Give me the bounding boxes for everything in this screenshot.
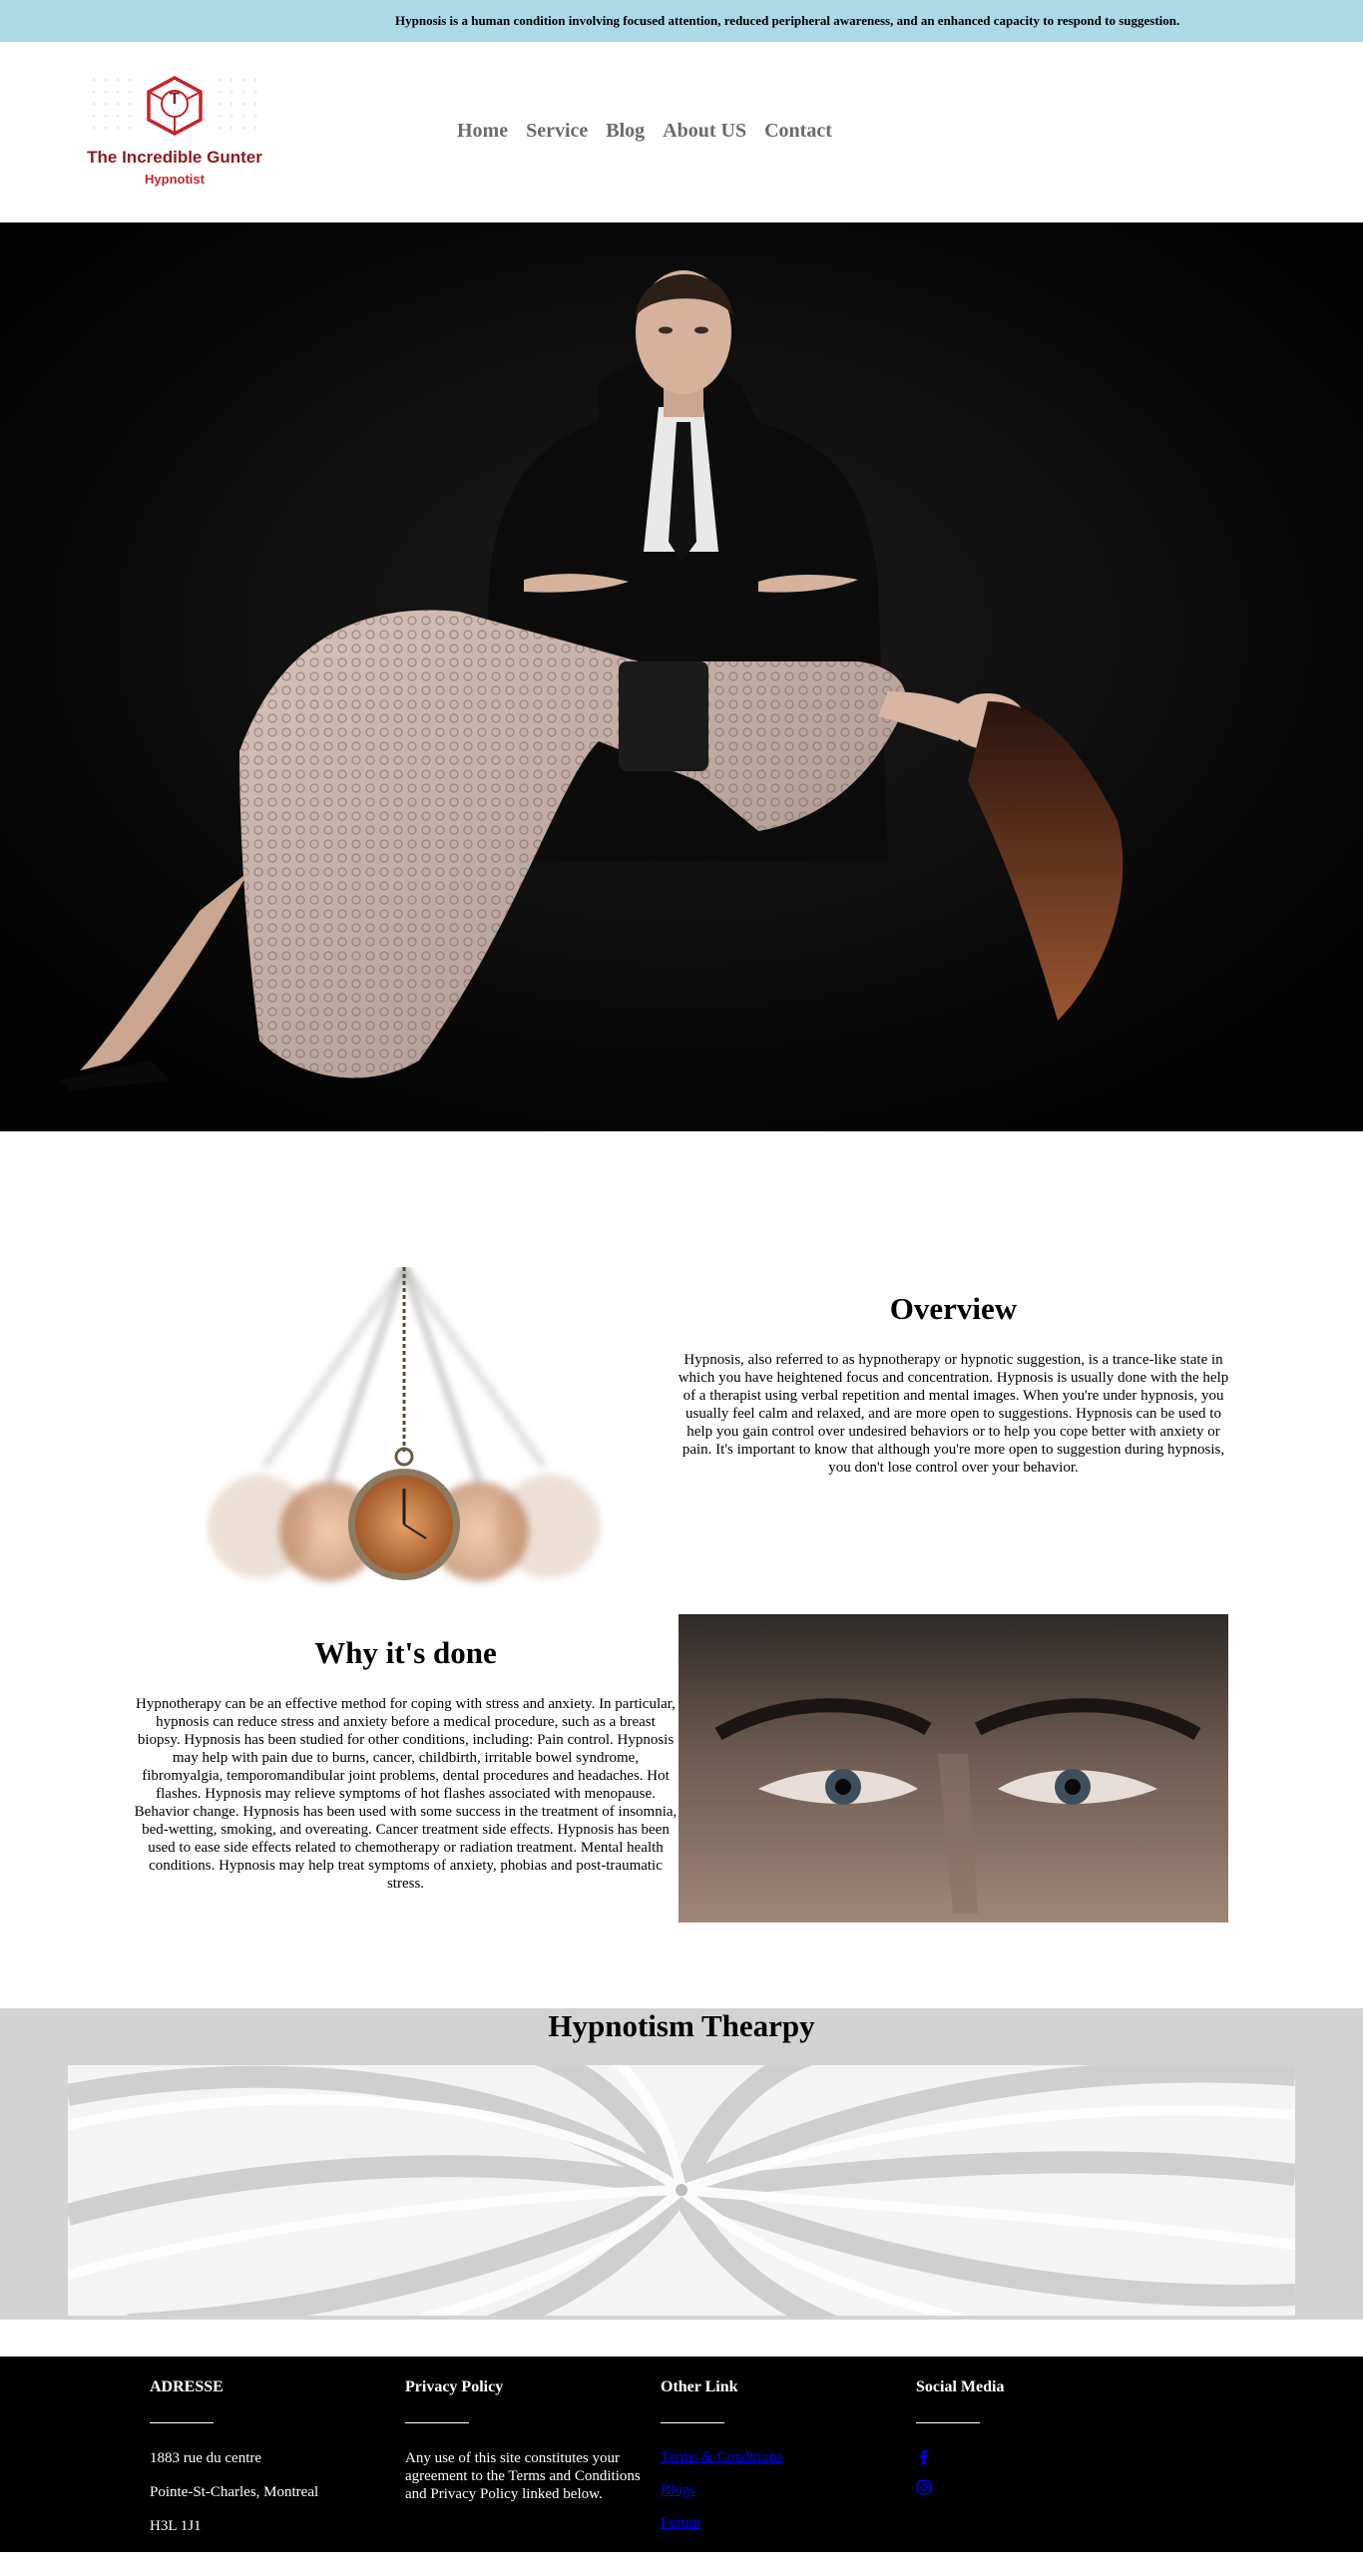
blogs-link[interactable]: Blogs [661,2482,900,2499]
pocket-watch-pendulum-image [205,1265,604,1596]
address-line-2: Pointe-St-Charles, Montreal [150,2484,319,2500]
logo-title: The Incredible Gunter [87,148,262,167]
why-heading: Why it's done [314,1635,497,1670]
footer-privacy: Privacy Policy Any use of this site cons… [405,2378,655,2519]
intense-eyes-image [679,1614,1228,1923]
footer-links-heading: Other Link [661,2378,738,2395]
address-line-3: H3L 1J1 [150,2518,202,2534]
divider [661,2422,724,2423]
address-line-1: 1883 rue du centre [150,2450,262,2466]
main-nav: Home Service Blog About US Contact [457,120,832,143]
announcement-text: Hypnosis is a human condition involving … [395,13,1180,28]
site-logo[interactable]: T The Incredible Gunter Hypnotist [84,72,265,200]
nav-home[interactable]: Home [457,120,508,143]
footer-address: ADRESSE 1883 rue du centre Pointe-St-Cha… [150,2378,389,2551]
divider [150,2422,214,2423]
hypnotic-spiral-image [68,2065,1295,2316]
footer-links: Other Link Terms & Conditions Blogs Foru… [661,2378,900,2548]
announcement-bar: Hypnosis is a human condition involving … [0,0,1363,42]
instagram-icon[interactable] [916,2479,932,2495]
divider [405,2422,469,2423]
divider [916,2422,980,2423]
nav-service[interactable]: Service [526,120,588,143]
logo-letter: T [169,89,181,108]
site-header: T The Incredible Gunter Hypnotist Home S… [0,42,1363,222]
nav-blog[interactable]: Blog [606,120,645,143]
nav-about-us[interactable]: About US [663,120,746,143]
overview-text: Hypnosis, also referred to as hypnothera… [678,1352,1229,1476]
footer-social-heading: Social Media [916,2378,1005,2395]
footer-address-heading: ADRESSE [150,2378,224,2395]
forum-link[interactable]: Forum [661,2515,900,2532]
hypnotist-levitation-illustration [0,222,1363,1131]
nav-contact[interactable]: Contact [764,120,832,143]
why-text: Hypnotherapy can be an effective method … [134,1696,678,1892]
logo-subtitle: Hypnotist [145,172,205,187]
footer-privacy-heading: Privacy Policy [405,2378,504,2395]
privacy-text: Any use of this site constitutes your ag… [405,2450,641,2502]
facebook-icon[interactable] [916,2449,932,2465]
pocket-watch-illustration [208,1265,601,1581]
eyes-closeup-illustration [679,1614,1228,1923]
terms-link[interactable]: Terms & Conditions [661,2449,900,2466]
therapy-section: Hypnotism Thearpy [0,2008,1363,2320]
overview-heading: Overview [889,1291,1018,1326]
spiral-illustration [68,2065,1295,2316]
site-footer: ADRESSE 1883 rue du centre Pointe-St-Cha… [0,2357,1363,2552]
therapy-heading: Hypnotism Thearpy [548,2008,815,2043]
footer-social: Social Media [916,2378,1155,2509]
hero-image [0,222,1363,1131]
